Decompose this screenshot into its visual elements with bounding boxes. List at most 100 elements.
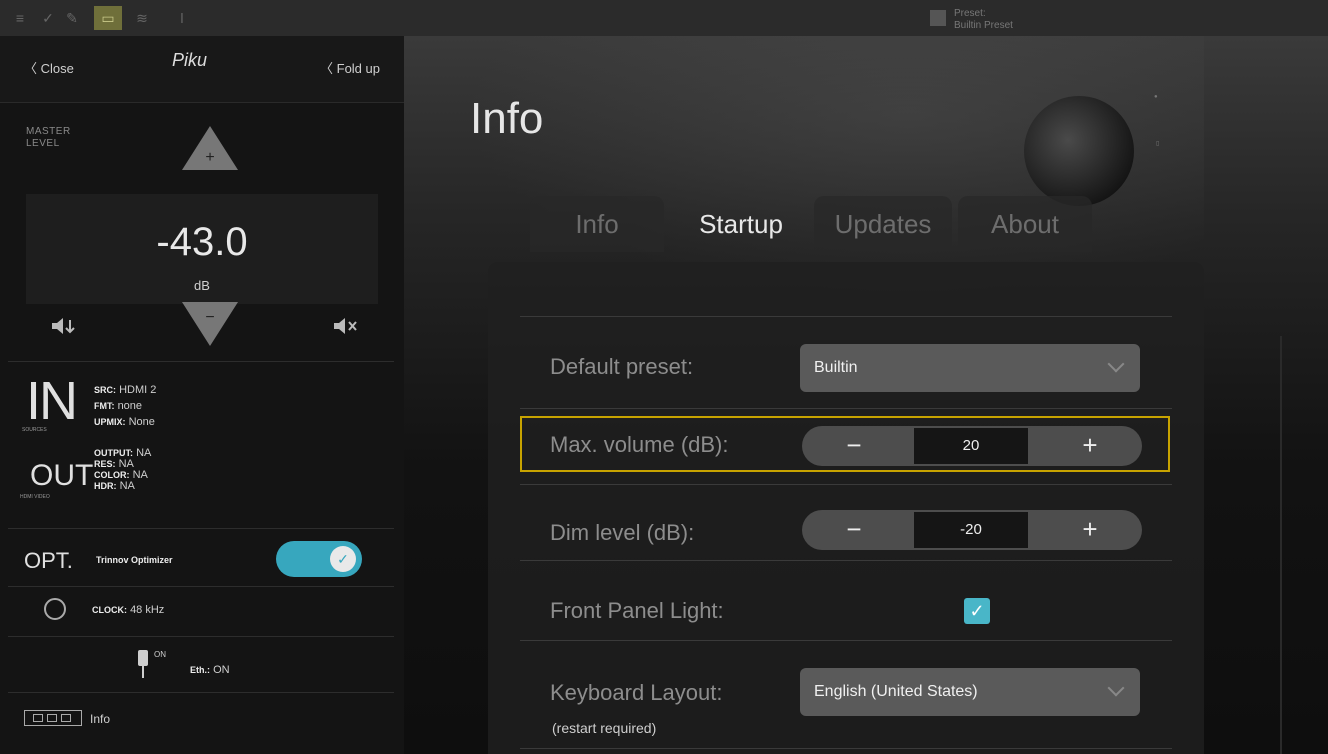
max-volume-decrement-button[interactable]: −: [824, 426, 884, 466]
divider: [520, 640, 1172, 641]
svg-text:−: −: [205, 309, 214, 326]
preset-indicator[interactable]: Preset: Builtin Preset: [930, 6, 1070, 32]
tab-info[interactable]: Info: [530, 196, 664, 252]
chevron-down-icon: [1107, 355, 1125, 373]
divider: [520, 316, 1172, 317]
keyboard-layout-value: English (United States): [814, 683, 978, 700]
inputs-subtitle: SOURCES: [22, 427, 47, 433]
keyboard-layout-note: (restart required): [552, 720, 657, 736]
inputs-heading[interactable]: IN: [26, 374, 78, 428]
fmt-key: FMT:: [94, 401, 115, 411]
device-led-2: ▯: [1156, 141, 1160, 147]
divider: [8, 692, 394, 693]
top-toolbar: ≡ ✓ ✎ ▭ ≋ ǀ Preset: Builtin Preset: [0, 0, 1328, 36]
main-content: ● ▯ Info Info Startup Updates About Defa…: [404, 36, 1328, 754]
chevron-left-icon: 〈: [320, 61, 337, 76]
output-key: OUTPUT:: [94, 448, 133, 458]
divider: [8, 361, 394, 362]
panel-edge: [1280, 336, 1282, 754]
outputs-subtitle: HDMI VIDEO: [20, 494, 50, 500]
optimizer-toggle[interactable]: ✓: [276, 541, 362, 577]
max-volume-value[interactable]: 20: [914, 428, 1028, 464]
front-panel-light-checkbox[interactable]: ✓: [964, 598, 990, 624]
divider: [520, 408, 1172, 409]
divider: [520, 560, 1172, 561]
clock-sync-icon: [44, 598, 66, 620]
control-sidebar: 〈 Close Piku 〈 Fold up MASTER LEVEL + -4…: [0, 36, 404, 754]
keyboard-layout-select[interactable]: English (United States): [800, 668, 1140, 716]
src-key: SRC:: [94, 385, 116, 395]
dim-level-value[interactable]: -20: [914, 512, 1028, 548]
dim-level-decrement-button[interactable]: −: [824, 510, 884, 550]
close-button[interactable]: 〈 Close: [24, 58, 74, 77]
tool-icon[interactable]: ✓: [38, 8, 58, 28]
volume-up-button[interactable]: +: [180, 124, 240, 174]
upmix-value: None: [128, 416, 155, 428]
dim-level-stepper[interactable]: − -20 +: [802, 510, 1142, 550]
info-link[interactable]: Info: [90, 712, 110, 726]
keyboard-layout-label: Keyboard Layout:: [550, 680, 723, 705]
clock-key: CLOCK:: [92, 605, 127, 615]
preset-icon: [930, 10, 946, 26]
output-value: NA: [136, 447, 152, 459]
ethernet-status: Eth.: ON: [190, 664, 230, 676]
pin-icon[interactable]: ǀ: [172, 8, 192, 28]
max-volume-increment-button[interactable]: +: [1060, 426, 1120, 466]
tab-updates[interactable]: Updates: [814, 196, 952, 252]
master-level-unit: dB: [194, 278, 210, 293]
fold-up-button[interactable]: 〈 Fold up: [320, 58, 380, 77]
upmix-key: UPMIX:: [94, 417, 126, 427]
divider: [8, 586, 394, 587]
divider: [8, 528, 394, 529]
master-level-label: MASTER LEVEL: [26, 126, 71, 149]
page-title: Info: [470, 94, 544, 143]
clock-value: 48 kHz: [130, 604, 165, 616]
monitor-icon[interactable]: ▭: [94, 6, 122, 30]
divider: [520, 748, 1172, 749]
dim-level-label: Dim level (dB):: [550, 520, 695, 545]
ethernet-side-label: ON: [154, 650, 166, 659]
device-knob-image: [1024, 96, 1134, 206]
color-key: COLOR:: [94, 470, 130, 480]
device-led-1: ●: [1154, 94, 1158, 100]
speaker-down-icon[interactable]: [50, 316, 76, 336]
optimizer-label: Trinnov Optimizer: [96, 555, 173, 565]
tab-startup[interactable]: Startup: [674, 196, 808, 252]
preset-value: Builtin Preset: [954, 20, 1013, 31]
default-preset-value: Builtin: [814, 359, 858, 376]
menu-icon[interactable]: ≡: [10, 8, 30, 28]
optimizer-heading: OPT.: [24, 548, 73, 573]
chevron-down-icon: [1107, 679, 1125, 697]
input-info[interactable]: SRC: HDMI 2 FMT: none UPMIX: None: [94, 382, 156, 430]
device-icon[interactable]: [24, 710, 82, 726]
master-level-display: -43.0 dB: [26, 194, 378, 304]
hdr-key: HDR:: [94, 481, 117, 491]
master-level-value: -43.0: [156, 220, 248, 264]
tab-about[interactable]: About: [958, 196, 1092, 252]
front-panel-light-label: Front Panel Light:: [550, 598, 724, 623]
divider: [8, 636, 394, 637]
ethernet-value: ON: [213, 664, 230, 676]
outputs-heading[interactable]: OUT: [30, 461, 93, 491]
chevron-left-icon: 〈: [24, 61, 41, 76]
triangle-up-icon: +: [182, 126, 238, 170]
divider: [520, 484, 1172, 485]
fmt-value: none: [117, 400, 143, 412]
volume-down-button[interactable]: −: [180, 298, 240, 348]
res-key: RES:: [94, 459, 116, 469]
fold-up-label: Fold up: [336, 61, 380, 76]
dim-level-increment-button[interactable]: +: [1060, 510, 1120, 550]
clock-status: CLOCK: 48 kHz: [92, 604, 164, 616]
output-info[interactable]: OUTPUT: NA RES: NA COLOR: NA HDR: NA: [94, 448, 151, 492]
ethernet-key: Eth.:: [190, 665, 210, 675]
mute-icon[interactable]: [332, 316, 358, 336]
hdr-value: NA: [119, 480, 135, 492]
edit-icon[interactable]: ✎: [62, 8, 82, 28]
default-preset-select[interactable]: Builtin: [800, 344, 1140, 392]
bars-icon[interactable]: ≋: [132, 8, 152, 28]
max-volume-stepper[interactable]: − 20 +: [802, 426, 1142, 466]
max-volume-label: Max. volume (dB):: [550, 432, 729, 457]
default-preset-label: Default preset:: [550, 354, 694, 379]
svg-text:+: +: [205, 149, 214, 166]
brand-logo: Piku: [172, 50, 208, 70]
